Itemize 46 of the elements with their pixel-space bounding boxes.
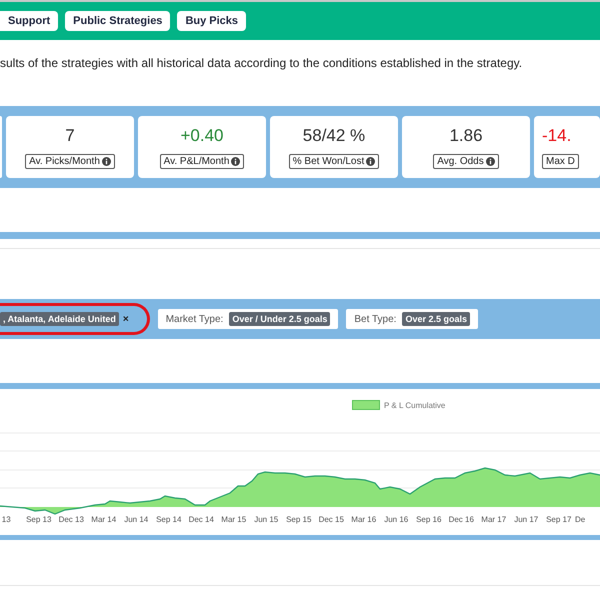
stat-label: Avg. Odds [433, 154, 499, 168]
info-icon[interactable] [102, 156, 111, 166]
axis-label: Dec 14 [188, 515, 215, 524]
axis-label: Sep 13 [25, 515, 52, 524]
stat-value: 7 [65, 126, 75, 146]
stat-value: +0.40 [180, 126, 224, 146]
legend-label: P & L Cumulative [384, 400, 446, 410]
stat-label: Av. Picks/Month [25, 154, 115, 168]
description-text: sults of the strategies with all historical data according to the conditions established in the strategy. [0, 56, 524, 72]
filter-tag: Over / Under 2.5 goals [229, 312, 330, 326]
stat-value: 1.86 [449, 126, 483, 146]
axis-label: De [575, 515, 586, 524]
axis-label: Jun 16 [383, 515, 410, 524]
axis-label: Jun 15 [253, 515, 280, 524]
axis-label: Sep 15 [285, 515, 312, 524]
axis-label: Dec 16 [448, 515, 475, 524]
axis-label: Mar 17 [480, 515, 508, 524]
filter-tag: Over 2.5 goals [402, 312, 470, 326]
axis-label: Dec 13 [58, 515, 85, 524]
axis-label: 13 [0, 515, 12, 524]
axis-label: Mar 14 [90, 515, 118, 524]
filter-tag: , Atalanta, Adelaide United [0, 312, 119, 326]
axis-label: Sep 17 [545, 515, 572, 524]
nav-button[interactable]: Public Strategies [65, 11, 170, 31]
axis-label: Mar 15 [220, 515, 248, 524]
legend-swatch [352, 400, 380, 410]
stat-value: 58/42 % [302, 126, 366, 146]
axis-label: Sep 14 [155, 515, 182, 524]
axis-label: Mar 16 [350, 515, 378, 524]
info-icon[interactable] [231, 156, 240, 166]
stat-label: Av. P&L/Month [160, 154, 244, 168]
card-edge [0, 116, 2, 178]
info-icon[interactable] [366, 156, 376, 166]
stat-value: -14. [542, 126, 572, 146]
remove-button[interactable]: × [122, 314, 129, 324]
axis-label: Jun 14 [123, 515, 150, 524]
filter-label: Market Type: [166, 314, 224, 324]
filter-label: Bet Type: [354, 314, 396, 324]
nav-button[interactable]: Buy Picks [177, 11, 246, 31]
axis-label: Sep 16 [415, 515, 442, 524]
stat-label: Max D [542, 154, 579, 168]
axis-label: Dec 15 [318, 515, 345, 524]
stat-label: % Bet Won/Lost [288, 154, 380, 168]
nav-button[interactable]: Support [0, 11, 58, 31]
info-icon[interactable] [486, 156, 495, 166]
axis-label: Jun 17 [513, 515, 540, 524]
